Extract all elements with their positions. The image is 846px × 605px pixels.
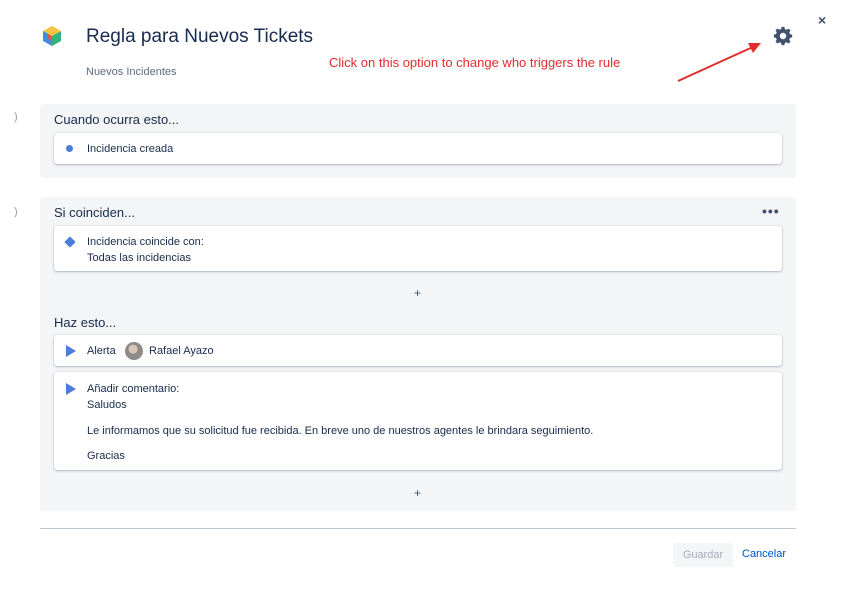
save-button[interactable]: Guardar [673,543,733,567]
condition-line-1: Incidencia coincide con: [87,236,204,248]
avatar [125,342,143,360]
more-options-icon[interactable]: ••• [762,203,780,219]
comment-action-card[interactable]: Añadir comentario: Saludos Le informamos… [54,372,782,470]
play-icon [66,383,76,395]
add-condition-button[interactable]: + [414,286,421,300]
actions-label: Haz esto... [54,315,117,330]
trigger-card[interactable]: Incidencia creada [54,133,782,164]
trigger-item-text: Incidencia creada [87,143,174,155]
alert-user-name: Rafael Ayazo [149,345,214,357]
comment-body: Le informamos que su solicitud fue recib… [87,425,594,437]
add-action-button[interactable]: + [414,486,421,500]
page-subtitle: Nuevos Incidentes [86,66,177,78]
comment-greeting: Saludos [87,399,127,411]
condition-line-2: Todas las incidencias [87,252,191,264]
annotation-text: Click on this option to change who trigg… [329,55,621,70]
condition-card[interactable]: Incidencia coincide con: Todas las incid… [54,226,782,271]
trigger-dot-icon [66,145,73,152]
alert-label: Alerta [87,345,116,357]
edge-marker: ) [14,206,18,218]
app-cube-icon [43,26,61,46]
comment-title: Añadir comentario: [87,383,180,395]
cancel-button[interactable]: Cancelar [742,548,786,560]
alert-action-card[interactable]: Alerta Rafael Ayazo [54,335,782,366]
condition-diamond-icon [64,236,76,248]
trigger-label: Cuando ocurra esto... [54,112,180,127]
divider [40,528,796,529]
comment-closing: Gracias [87,450,125,462]
annotation-arrow [677,43,761,82]
page-title: Regla para Nuevos Tickets [86,26,314,47]
edge-marker: ) [14,111,18,123]
conditions-label: Si coinciden... [54,205,135,220]
gear-icon[interactable] [772,25,794,47]
play-icon [66,345,76,357]
close-icon[interactable]: × [818,12,826,28]
